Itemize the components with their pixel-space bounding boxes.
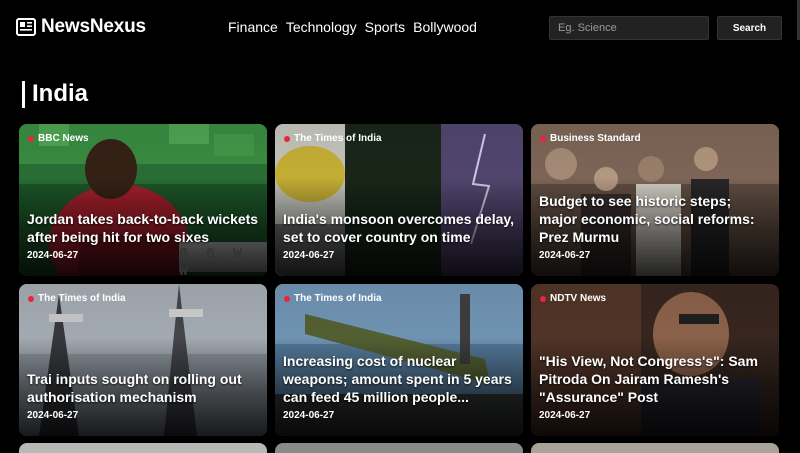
nav-link-technology[interactable]: Technology — [286, 19, 357, 35]
card-date: 2024-06-27 — [27, 410, 79, 421]
card-source: BBC News — [28, 133, 89, 144]
card-date: 2024-06-27 — [539, 250, 591, 261]
card-date: 2024-06-27 — [539, 410, 591, 421]
search-button[interactable]: Search — [717, 16, 782, 40]
news-card[interactable]: NDTV News "His View, Not Congress's": Sa… — [531, 284, 779, 436]
section-title: India — [32, 80, 89, 107]
card-title: Budget to see historic steps; major econ… — [539, 193, 755, 245]
card-source: Business Standard — [540, 133, 641, 144]
nav-link-sports[interactable]: Sports — [365, 19, 405, 35]
card-date: 2024-06-27 — [283, 410, 335, 421]
card-date: 2024-06-27 — [27, 250, 79, 261]
image-scoreboard-text: 6, 6, W, W — [179, 246, 252, 276]
news-card[interactable] — [531, 443, 779, 453]
source-dot-icon — [28, 135, 34, 142]
card-title: Increasing cost of nuclear weapons; amou… — [283, 353, 512, 405]
card-title: Trai inputs sought on rolling out author… — [27, 371, 242, 405]
card-source: NDTV News — [540, 293, 606, 304]
card-title: Jordan takes back-to-back wickets after … — [27, 211, 259, 245]
navbar: NewsNexus Finance Technology Sports Boll… — [0, 0, 800, 56]
news-card[interactable] — [275, 443, 523, 453]
newspaper-icon — [16, 18, 36, 36]
card-source: The Times of India — [284, 293, 382, 304]
card-title: "His View, Not Congress's": Sam Pitroda … — [539, 353, 758, 405]
brand-name: NewsNexus — [41, 16, 146, 37]
source-dot-icon — [540, 295, 546, 302]
news-card[interactable]: The Times of India Trai inputs sought on… — [19, 284, 267, 436]
news-card[interactable]: 6, 6, W, W BBC News Jordan takes back-to… — [19, 124, 267, 276]
source-dot-icon — [28, 295, 34, 302]
card-date: 2024-06-27 — [283, 250, 335, 261]
nav-link-finance[interactable]: Finance — [228, 19, 278, 35]
news-card[interactable]: Business Standard Budget to see historic… — [531, 124, 779, 276]
card-source: The Times of India — [284, 133, 382, 144]
card-title: India's monsoon overcomes delay, set to … — [283, 211, 515, 245]
search-input[interactable] — [549, 16, 709, 40]
source-dot-icon — [284, 295, 290, 302]
nav-links: Finance Technology Sports Bollywood — [228, 19, 485, 35]
card-source: The Times of India — [28, 293, 126, 304]
brand-logo[interactable]: NewsNexus — [16, 16, 146, 38]
news-card[interactable] — [19, 443, 267, 453]
source-dot-icon — [540, 135, 546, 142]
section-accent-bar — [22, 81, 25, 108]
nav-link-bollywood[interactable]: Bollywood — [413, 19, 477, 35]
news-card[interactable]: The Times of India India's monsoon overc… — [275, 124, 523, 276]
news-card[interactable]: The Times of India Increasing cost of nu… — [275, 284, 523, 436]
source-dot-icon — [284, 135, 290, 142]
